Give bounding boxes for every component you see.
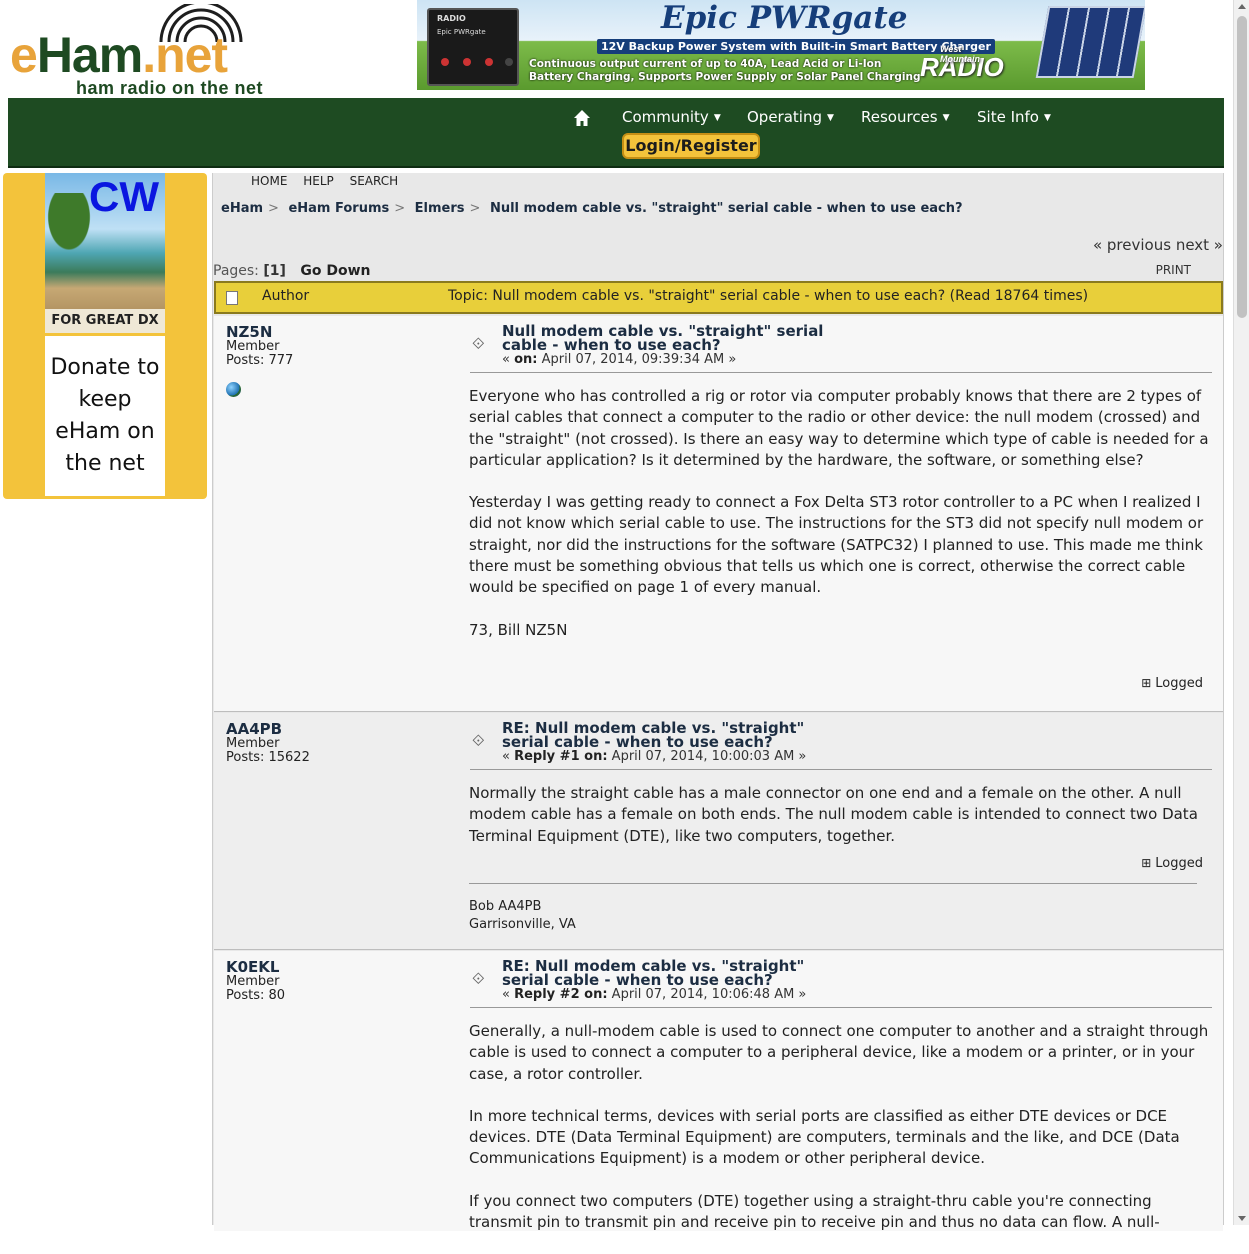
ip-logged-icon: ⊞ bbox=[1141, 676, 1152, 690]
post-subject[interactable]: RE: Null modem cable vs. "straight" seri… bbox=[502, 959, 852, 988]
topic-icon bbox=[226, 291, 238, 305]
chevron-down-icon: ▼ bbox=[1043, 113, 1051, 123]
breadcrumb-forums[interactable]: eHam Forums bbox=[288, 201, 389, 216]
chevron-down-icon: ▼ bbox=[942, 113, 950, 123]
topic-title: Topic: Null modem cable vs. "straight" s… bbox=[448, 288, 1089, 304]
poster-username[interactable]: NZ5N bbox=[226, 324, 446, 340]
poster-post-count: Posts: 15622 bbox=[226, 750, 310, 765]
forum-post: AA4PB Member Posts: 15622 ⟐ RE: Null mod… bbox=[214, 713, 1223, 950]
breadcrumb: eHam > eHam Forums > Elmers > Null modem ca… bbox=[221, 201, 963, 216]
scrollbar-thumb[interactable] bbox=[1237, 16, 1247, 318]
search-link[interactable]: SEARCH bbox=[350, 174, 399, 188]
pagination: Pages: [1] Go Down bbox=[213, 263, 371, 279]
sidebar: CW FOR GREAT DX Donate to keep eHam on t… bbox=[3, 173, 207, 499]
logged-indicator: ⊞ Logged bbox=[1141, 856, 1203, 871]
poster-role: Member bbox=[226, 974, 280, 989]
ip-logged-icon: ⊞ bbox=[1141, 856, 1152, 870]
post-icon: ⟐ bbox=[472, 731, 485, 750]
logo-text: eHam.net bbox=[10, 27, 228, 83]
forum-main: HOME HELP SEARCH eHam > eHam Forums > Elme… bbox=[212, 173, 1224, 1231]
scroll-up-icon[interactable] bbox=[1238, 4, 1246, 9]
forum-post: K0EKL Member Posts: 80 ⟐ RE: Null modem … bbox=[214, 951, 1223, 1231]
print-link[interactable]: PRINT bbox=[1156, 263, 1191, 277]
logo-tagline: ham radio on the net bbox=[76, 78, 264, 98]
author-column-header: Author bbox=[262, 288, 310, 304]
website-globe-icon[interactable] bbox=[226, 382, 241, 397]
chevron-down-icon: ▼ bbox=[713, 113, 721, 123]
breadcrumb-topic[interactable]: Null modem cable vs. "straight" serial c… bbox=[490, 201, 963, 216]
poster-username[interactable]: AA4PB bbox=[226, 721, 446, 737]
post-body: Everyone who has controlled a rig or rot… bbox=[469, 387, 1209, 639]
solar-panel-image bbox=[1035, 6, 1145, 78]
banner-title: Epic PWRgate bbox=[661, 0, 908, 36]
device-image: RADIO Epic PWRgate bbox=[427, 8, 519, 86]
chevron-down-icon: ▼ bbox=[827, 113, 834, 123]
top-links: HOME HELP SEARCH bbox=[251, 174, 410, 188]
donate-link[interactable]: Donate to keep eHam on the net bbox=[45, 336, 165, 496]
post-meta: « Reply #1 on: April 07, 2014, 10:00:03 … bbox=[502, 749, 807, 764]
poster-post-count: Posts: 777 bbox=[226, 353, 294, 368]
poster-info: K0EKL Member Posts: 80 bbox=[226, 959, 446, 1003]
poster-info: AA4PB Member Posts: 15622 bbox=[226, 721, 446, 765]
post-signature: Bob AA4PB Garrisonville, VA bbox=[469, 899, 576, 932]
post-body: Normally the straight cable has a male c… bbox=[469, 784, 1198, 845]
post-meta: « Reply #2 on: April 07, 2014, 10:06:48 … bbox=[502, 987, 807, 1002]
poster-role: Member bbox=[226, 339, 280, 354]
main-nav: Community ▼ Operating ▼ Resources ▼ Site In… bbox=[8, 98, 1224, 168]
banner-line-1: Continuous output current of up to 40A, … bbox=[529, 58, 882, 70]
go-down-link[interactable]: Go Down bbox=[300, 263, 370, 279]
nav-operating[interactable]: Operating ▼ bbox=[747, 108, 834, 126]
poster-role: Member bbox=[226, 736, 280, 751]
post-icon: ⟐ bbox=[472, 969, 485, 988]
breadcrumb-eham[interactable]: eHam bbox=[221, 201, 263, 216]
nav-site-info[interactable]: Site Info ▼ bbox=[977, 108, 1051, 126]
logged-indicator: ⊞ Logged bbox=[1141, 676, 1203, 691]
post-subject[interactable]: Null modem cable vs. "straight" serial c… bbox=[502, 324, 852, 353]
page-1[interactable]: [1] bbox=[263, 263, 286, 279]
post-subject[interactable]: RE: Null modem cable vs. "straight" seri… bbox=[502, 721, 852, 750]
site-logo[interactable]: eHam.net ham radio on the net bbox=[10, 4, 300, 98]
login-register-button[interactable]: Login/Register bbox=[622, 133, 760, 159]
help-link[interactable]: HELP bbox=[303, 174, 334, 188]
poster-username[interactable]: K0EKL bbox=[226, 959, 446, 975]
banner-line-2: Battery Charging, Supports Power Supply … bbox=[529, 71, 921, 83]
forum-post: NZ5N Member Posts: 777 ⟐ Null modem cabl… bbox=[214, 316, 1223, 712]
topic-header: Author Topic: Null modem cable vs. "stra… bbox=[214, 281, 1223, 314]
post-meta: « on: April 07, 2014, 09:39:34 AM » bbox=[502, 352, 737, 367]
prev-next-links[interactable]: « previous next » bbox=[1093, 236, 1223, 254]
cw-ad-image[interactable]: CW FOR GREAT DX bbox=[45, 173, 165, 333]
poster-info: NZ5N Member Posts: 777 bbox=[226, 324, 446, 397]
post-icon: ⟐ bbox=[472, 334, 485, 353]
page-scrollbar[interactable] bbox=[1233, 0, 1249, 1225]
poster-post-count: Posts: 80 bbox=[226, 988, 286, 1003]
banner-ad[interactable]: RADIO Epic PWRgate Epic PWRgate 12V Back… bbox=[417, 0, 1145, 90]
home-link[interactable]: HOME bbox=[251, 174, 287, 188]
nav-community[interactable]: Community ▼ bbox=[622, 108, 721, 126]
post-body: Generally, a null-modem cable is used to… bbox=[469, 1022, 1209, 1232]
nav-resources[interactable]: Resources ▼ bbox=[861, 108, 950, 126]
home-icon[interactable] bbox=[572, 108, 592, 128]
banner-brand: West Mountain RADIO bbox=[920, 44, 1004, 82]
breadcrumb-elmers[interactable]: Elmers bbox=[415, 201, 465, 216]
scroll-down-icon[interactable] bbox=[1238, 1216, 1246, 1221]
